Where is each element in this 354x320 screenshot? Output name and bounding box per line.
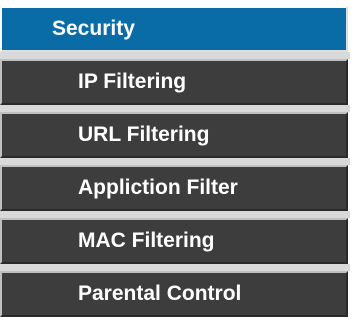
menu-item-label: Parental Control xyxy=(78,282,242,305)
menu-item-label: IP Filtering xyxy=(78,70,187,93)
menu-item-application-filter[interactable]: Appliction Filter xyxy=(0,165,348,211)
menu-item-label: URL Filtering xyxy=(78,123,210,146)
menu-item-label: MAC Filtering xyxy=(78,229,215,252)
menu-separator xyxy=(0,52,350,59)
menu-separator xyxy=(0,264,350,271)
menu-separator xyxy=(0,158,350,165)
menu-header-label: Security xyxy=(52,17,135,40)
menu-item-url-filtering[interactable]: URL Filtering xyxy=(0,112,348,158)
menu-separator xyxy=(0,105,350,112)
menu-item-ip-filtering[interactable]: IP Filtering xyxy=(0,59,348,105)
menu-header-security[interactable]: Security xyxy=(0,6,348,52)
menu-item-label: Appliction Filter xyxy=(78,176,238,199)
menu-item-parental-control[interactable]: Parental Control xyxy=(0,271,348,317)
menu-separator xyxy=(0,211,350,218)
security-menu: Security IP Filtering URL Filtering Appl… xyxy=(0,0,350,320)
menu-item-mac-filtering[interactable]: MAC Filtering xyxy=(0,218,348,264)
